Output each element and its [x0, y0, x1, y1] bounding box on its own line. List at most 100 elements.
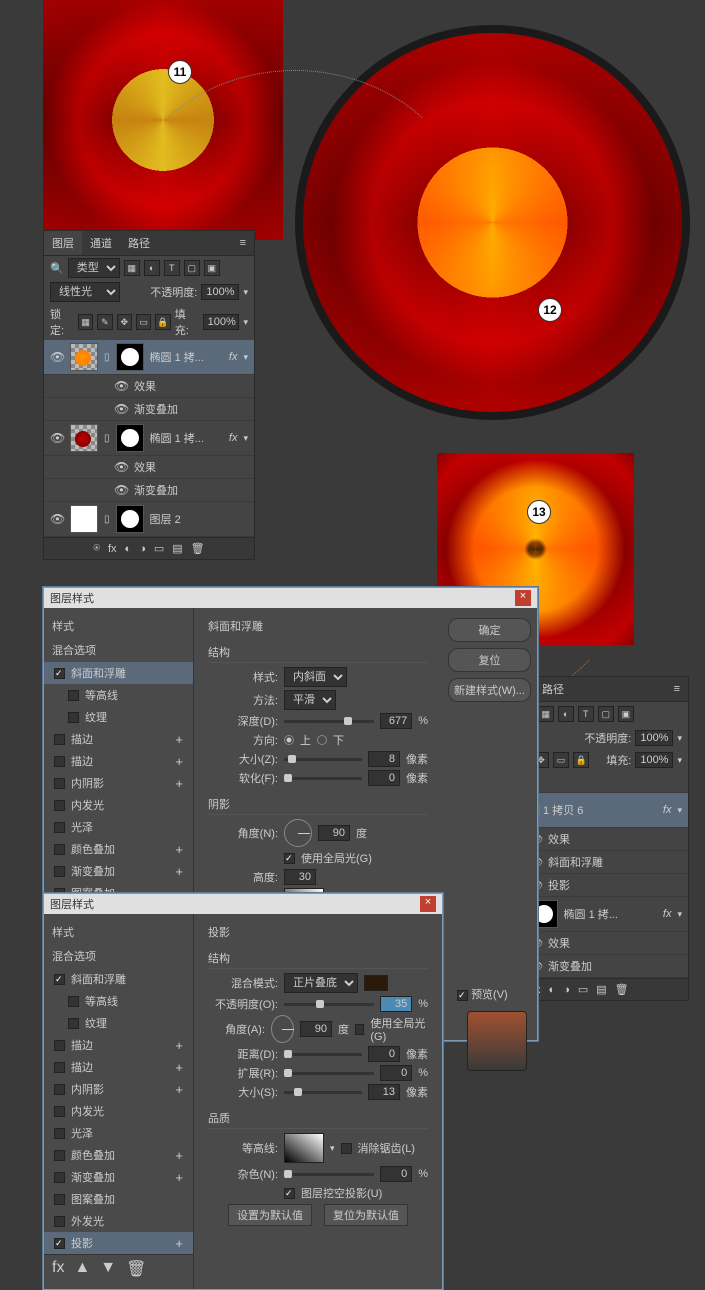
cancel-button[interactable]: 复位	[448, 648, 531, 672]
filter-select[interactable]: 类型	[68, 258, 120, 278]
effect-contour[interactable]: 等高线	[44, 990, 193, 1012]
effect-satin[interactable]: 光泽	[44, 1122, 193, 1144]
size-value[interactable]: 13	[368, 1084, 400, 1100]
size-value[interactable]: 8	[368, 751, 400, 767]
mask-icon[interactable]: ◐	[125, 543, 132, 555]
effect-stroke[interactable]: 描边+	[44, 1034, 193, 1056]
lock-artboard-icon[interactable]: ▭	[553, 752, 569, 768]
effect-texture[interactable]: 纹理	[44, 706, 193, 728]
opacity-slider[interactable]	[284, 1003, 374, 1006]
opacity-value[interactable]: 100%	[201, 284, 239, 300]
fx-badge[interactable]: fx	[229, 432, 238, 444]
knockout-checkbox[interactable]	[284, 1188, 295, 1199]
filter-type-icon[interactable]: T	[578, 706, 594, 722]
trash-icon[interactable]: 🗑	[126, 1259, 146, 1279]
lock-all-icon[interactable]: 🔒	[573, 752, 589, 768]
lock-all-icon[interactable]: 🔒	[155, 314, 170, 330]
lock-move-icon[interactable]: ✥	[117, 314, 132, 330]
adjustment-icon[interactable]: ◑	[563, 984, 570, 996]
tab-channels[interactable]: 通道	[82, 231, 120, 255]
layer-effect[interactable]: 👁效果	[44, 456, 254, 479]
trash-icon[interactable]: 🗑	[615, 983, 629, 996]
layer-effect[interactable]: 👁渐变叠加	[44, 398, 254, 421]
fx-badge[interactable]: fx	[663, 804, 672, 816]
fx-add-icon[interactable]: fx	[52, 1259, 64, 1279]
effect-inner-glow[interactable]: 内发光	[44, 794, 193, 816]
filter-type-icon[interactable]: T	[164, 260, 180, 276]
new-layer-icon[interactable]: ▤	[172, 542, 182, 555]
global-light-checkbox[interactable]	[284, 853, 295, 864]
close-icon[interactable]: ×	[515, 590, 531, 606]
depth-value[interactable]: 677	[380, 713, 412, 729]
effect-drop-shadow[interactable]: 投影+	[44, 1232, 193, 1254]
up-icon[interactable]: ▲	[74, 1259, 90, 1279]
opacity-value[interactable]: 35	[380, 996, 412, 1012]
layer-effect[interactable]: 👁渐变叠加	[44, 479, 254, 502]
style-select[interactable]: 内斜面	[284, 667, 347, 687]
filter-pixel-icon[interactable]: ▦	[124, 260, 140, 276]
effect-stroke[interactable]: 描边+	[44, 1056, 193, 1078]
group-icon[interactable]: ▭	[154, 542, 164, 555]
mask-icon[interactable]: ◐	[549, 984, 556, 996]
menu-icon[interactable]: ≡	[666, 679, 688, 699]
group-icon[interactable]: ▭	[578, 983, 588, 996]
opacity-value[interactable]: 100%	[635, 730, 673, 746]
soften-slider[interactable]	[284, 777, 362, 780]
noise-slider[interactable]	[284, 1173, 374, 1176]
tab-paths[interactable]: 路径	[120, 231, 158, 255]
effect-color-overlay[interactable]: 颜色叠加+	[44, 1144, 193, 1166]
layer-effect[interactable]: 👁效果	[44, 375, 254, 398]
filter-smart-icon[interactable]: ▣	[618, 706, 634, 722]
method-select[interactable]: 平滑	[284, 690, 336, 710]
effect-inner-shadow[interactable]: 内阴影+	[44, 772, 193, 794]
preview-checkbox[interactable]	[457, 990, 468, 1001]
lock-artboard-icon[interactable]: ▭	[136, 314, 151, 330]
new-style-button[interactable]: 新建样式(W)...	[448, 678, 531, 702]
filter-adjust-icon[interactable]: ◐	[558, 706, 574, 722]
effect-color-overlay[interactable]: 颜色叠加+	[44, 838, 193, 860]
effect-gradient-overlay[interactable]: 渐变叠加+	[44, 860, 193, 882]
angle-value[interactable]: 90	[300, 1021, 332, 1037]
filter-smart-icon[interactable]: ▣	[204, 260, 220, 276]
visibility-icon[interactable]: 👁	[50, 512, 64, 526]
fill-value[interactable]: 100%	[203, 314, 240, 330]
size-slider[interactable]	[284, 758, 362, 761]
distance-value[interactable]: 0	[368, 1046, 400, 1062]
menu-icon[interactable]: ≡	[232, 233, 254, 253]
blend-options[interactable]: 混合选项	[44, 638, 193, 662]
effect-inner-shadow[interactable]: 内阴影+	[44, 1078, 193, 1100]
blend-options[interactable]: 混合选项	[44, 944, 193, 968]
spread-value[interactable]: 0	[380, 1065, 412, 1081]
angle-dial[interactable]	[284, 819, 312, 847]
ok-button[interactable]: 确定	[448, 618, 531, 642]
layer-row[interactable]: 👁 ▯ 椭圆 1 拷... fx ▾	[44, 340, 254, 375]
angle-dial[interactable]	[271, 1015, 294, 1043]
filter-pixel-icon[interactable]: ▦	[538, 706, 554, 722]
effect-stroke[interactable]: 描边+	[44, 750, 193, 772]
down-icon[interactable]: ▼	[100, 1259, 116, 1279]
fx-badge[interactable]: fx	[229, 351, 238, 363]
adjustment-icon[interactable]: ◑	[139, 543, 146, 555]
distance-slider[interactable]	[284, 1053, 362, 1056]
effect-outer-glow[interactable]: 外发光	[44, 1210, 193, 1232]
blend-mode-select[interactable]: 线性光	[50, 282, 120, 302]
angle-value[interactable]: 90	[318, 825, 350, 841]
fx-badge[interactable]: fx	[663, 908, 672, 920]
antialias-checkbox[interactable]	[341, 1143, 352, 1154]
contour-picker[interactable]	[284, 1133, 324, 1163]
filter-shape-icon[interactable]: ▢	[184, 260, 200, 276]
effect-stroke[interactable]: 描边+	[44, 728, 193, 750]
tab-paths[interactable]: 路径	[534, 677, 572, 701]
fx-icon[interactable]: fx	[108, 543, 117, 555]
new-layer-icon[interactable]: ▤	[596, 983, 606, 996]
effect-satin[interactable]: 光泽	[44, 816, 193, 838]
altitude-value[interactable]: 30	[284, 869, 316, 885]
filter-adjust-icon[interactable]: ◐	[144, 260, 160, 276]
color-picker[interactable]	[364, 975, 388, 991]
effect-gradient-overlay[interactable]: 渐变叠加+	[44, 1166, 193, 1188]
global-light-checkbox[interactable]	[355, 1024, 364, 1035]
fill-value[interactable]: 100%	[635, 752, 673, 768]
layer-row[interactable]: 👁 ▯ 椭圆 1 拷... fx ▾	[44, 421, 254, 456]
lock-brush-icon[interactable]: ✎	[97, 314, 112, 330]
effect-contour[interactable]: 等高线	[44, 684, 193, 706]
